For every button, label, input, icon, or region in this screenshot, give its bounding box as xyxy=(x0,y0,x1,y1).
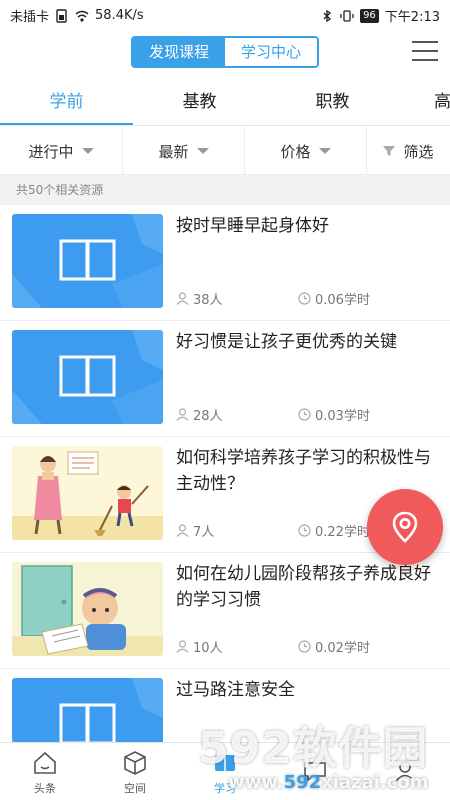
home-icon xyxy=(34,751,56,774)
caret-down-icon xyxy=(318,148,331,154)
tab-preschool[interactable]: 学前 xyxy=(0,78,133,125)
filter-more-label: 筛选 xyxy=(403,142,434,161)
clock-icon xyxy=(298,292,311,305)
person-icon xyxy=(176,408,189,421)
person-icon xyxy=(176,640,189,653)
result-count: 共50个相关资源 xyxy=(0,175,450,205)
funnel-icon xyxy=(383,146,396,156)
filter-price-label: 价格 xyxy=(280,142,311,161)
header-segmented-control: 发现课程 学习中心 xyxy=(131,36,319,68)
hamburger-menu-icon[interactable] xyxy=(412,41,438,63)
carrier-text: 未插卡 xyxy=(10,10,50,25)
status-left: 未插卡 58.4K/s xyxy=(10,6,144,25)
course-hours: 0.22学时 xyxy=(298,521,370,540)
tab-discover-courses[interactable]: 发现课程 xyxy=(133,38,225,66)
category-tabs: 学前 基教 职教 高 xyxy=(0,78,450,126)
status-bar: 未插卡 58.4K/s 96 下午2:13 xyxy=(0,0,450,28)
filter-more[interactable]: 筛选 xyxy=(366,127,450,175)
course-thumbnail xyxy=(12,446,163,540)
filter-status-label: 进行中 xyxy=(28,142,74,161)
vibrate-icon xyxy=(340,9,354,22)
course-learners: 28人 xyxy=(176,405,223,424)
person-icon xyxy=(176,524,189,537)
illustration-child-studying xyxy=(12,562,163,656)
watermark-brand: 592软件园 xyxy=(198,723,428,774)
filter-status[interactable]: 进行中 xyxy=(0,127,122,175)
watermark-url: www.592xiazai.com xyxy=(228,772,429,793)
course-thumbnail xyxy=(12,214,163,308)
tab-learning-center[interactable]: 学习中心 xyxy=(225,38,317,66)
course-hours: 0.06学时 xyxy=(298,289,370,308)
illustration-mother-child xyxy=(12,446,163,540)
course-title: 如何在幼儿园阶段帮孩子养成良好的学习习惯 xyxy=(176,564,431,610)
network-speed: 58.4K/s xyxy=(95,8,144,23)
course-thumbnail xyxy=(12,330,163,424)
course-learners: 10人 xyxy=(176,637,223,656)
tab-vocational[interactable]: 职教 xyxy=(266,78,399,125)
course-title: 好习惯是让孩子更优秀的关键 xyxy=(176,332,397,352)
tab-basic-education[interactable]: 基教 xyxy=(133,78,266,125)
person-icon xyxy=(176,292,189,305)
caret-down-icon xyxy=(81,148,94,154)
filter-bar: 进行中 最新 价格 筛选 xyxy=(0,127,450,175)
course-learners: 38人 xyxy=(176,289,223,308)
clock-icon xyxy=(298,408,311,421)
clock-icon xyxy=(298,640,311,653)
course-title: 按时早睡早起身体好 xyxy=(176,216,329,236)
nav-space[interactable]: 空间 xyxy=(90,743,180,800)
bluetooth-icon xyxy=(323,9,332,22)
location-fab[interactable] xyxy=(367,489,443,565)
location-pin-icon xyxy=(392,511,418,543)
nav-headlines-label: 头条 xyxy=(34,781,56,795)
wifi-icon xyxy=(75,10,89,22)
course-thumbnail xyxy=(12,678,163,742)
caret-down-icon xyxy=(196,148,209,154)
status-right: 96 下午2:13 xyxy=(320,6,440,25)
course-item[interactable]: 按时早睡早起身体好 38人 0.06学时 xyxy=(0,205,450,321)
book-icon xyxy=(12,678,163,742)
filter-price[interactable]: 价格 xyxy=(244,127,366,175)
course-item[interactable]: 如何在幼儿园阶段帮孩子养成良好的学习习惯 10人 0.02学时 xyxy=(0,553,450,669)
course-hours: 0.03学时 xyxy=(298,405,370,424)
book-icon xyxy=(12,214,163,308)
nav-space-label: 空间 xyxy=(124,781,146,795)
clock: 下午2:13 xyxy=(384,10,440,25)
app-header: 发现课程 学习中心 xyxy=(0,28,450,78)
course-learners: 7人 xyxy=(176,521,214,540)
filter-sort-label: 最新 xyxy=(158,142,189,161)
nav-headlines[interactable]: 头条 xyxy=(0,743,90,800)
filter-sort[interactable]: 最新 xyxy=(122,127,244,175)
tab-higher-education[interactable]: 高 xyxy=(434,78,450,125)
watermark: 592软件园 www.592xiazai.com xyxy=(198,712,446,798)
sim-icon xyxy=(56,8,67,23)
course-title: 过马路注意安全 xyxy=(176,680,295,700)
course-hours: 0.02学时 xyxy=(298,637,370,656)
course-list: 按时早睡早起身体好 38人 0.06学时 好习惯是让孩子更优秀的关键 28人 0… xyxy=(0,205,450,742)
battery-icon: 96 xyxy=(360,8,379,23)
book-icon xyxy=(12,330,163,424)
clock-icon xyxy=(298,524,311,537)
course-item[interactable]: 好习惯是让孩子更优秀的关键 28人 0.03学时 xyxy=(0,321,450,437)
course-thumbnail xyxy=(12,562,163,656)
cube-icon xyxy=(124,750,146,775)
